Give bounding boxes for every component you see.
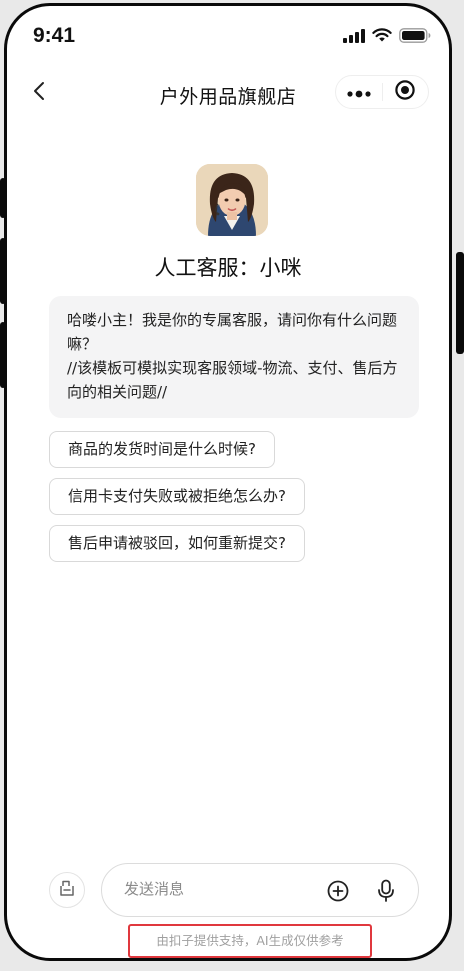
close-mini-program-button[interactable]: [383, 76, 428, 108]
phone-screen: 9:41 户外用品旗舰店 人工客服：小咪 哈喽小主！我是你的专属客服，请问你有什…: [4, 3, 452, 961]
status-icons: [343, 28, 431, 47]
mini-program-capsule: [335, 75, 429, 109]
plus-circle-icon: [326, 880, 350, 907]
signal-icon: [343, 28, 365, 47]
more-button[interactable]: [336, 76, 382, 108]
close-target-icon: [394, 79, 416, 105]
suggestion-chip[interactable]: 信用卡支付失败或被拒绝怎么办?: [49, 478, 305, 515]
agent-avatar: [196, 164, 268, 236]
ai-disclaimer: 由扣子提供支持，AI生成仅供参考: [128, 924, 372, 958]
agent-name: 人工客服：小咪: [154, 256, 302, 280]
suggestion-chip[interactable]: 商品的发货时间是什么时候?: [49, 431, 275, 468]
status-bar: 9:41: [7, 6, 449, 68]
add-attachment-button[interactable]: [326, 879, 350, 903]
shop-button[interactable]: [49, 872, 85, 908]
greeting-line-1: 哈喽小主！我是你的专属客服，请问你有什么问题嘛？: [67, 311, 398, 353]
nav-bar: 户外用品旗舰店: [7, 68, 449, 120]
more-dots-icon: [347, 83, 371, 102]
greeting-message: 哈喽小主！我是你的专属客服，请问你有什么问题嘛？ //该模板可模拟实现客服领域-…: [49, 296, 419, 418]
voice-input-button[interactable]: [374, 878, 398, 904]
battery-icon: [399, 28, 431, 47]
message-input-bar: [101, 863, 419, 917]
message-input[interactable]: [124, 880, 304, 898]
mic-icon: [374, 879, 398, 908]
status-time: 9:41: [33, 24, 76, 47]
wifi-icon: [372, 28, 392, 47]
greeting-line-2: //该模板可模拟实现客服领域-物流、支付、售后方向的相关问题//: [67, 359, 398, 401]
side-button-power: [456, 252, 464, 354]
suggestion-chip[interactable]: 售后申请被驳回，如何重新提交?: [49, 525, 305, 562]
shop-icon: [58, 879, 76, 901]
